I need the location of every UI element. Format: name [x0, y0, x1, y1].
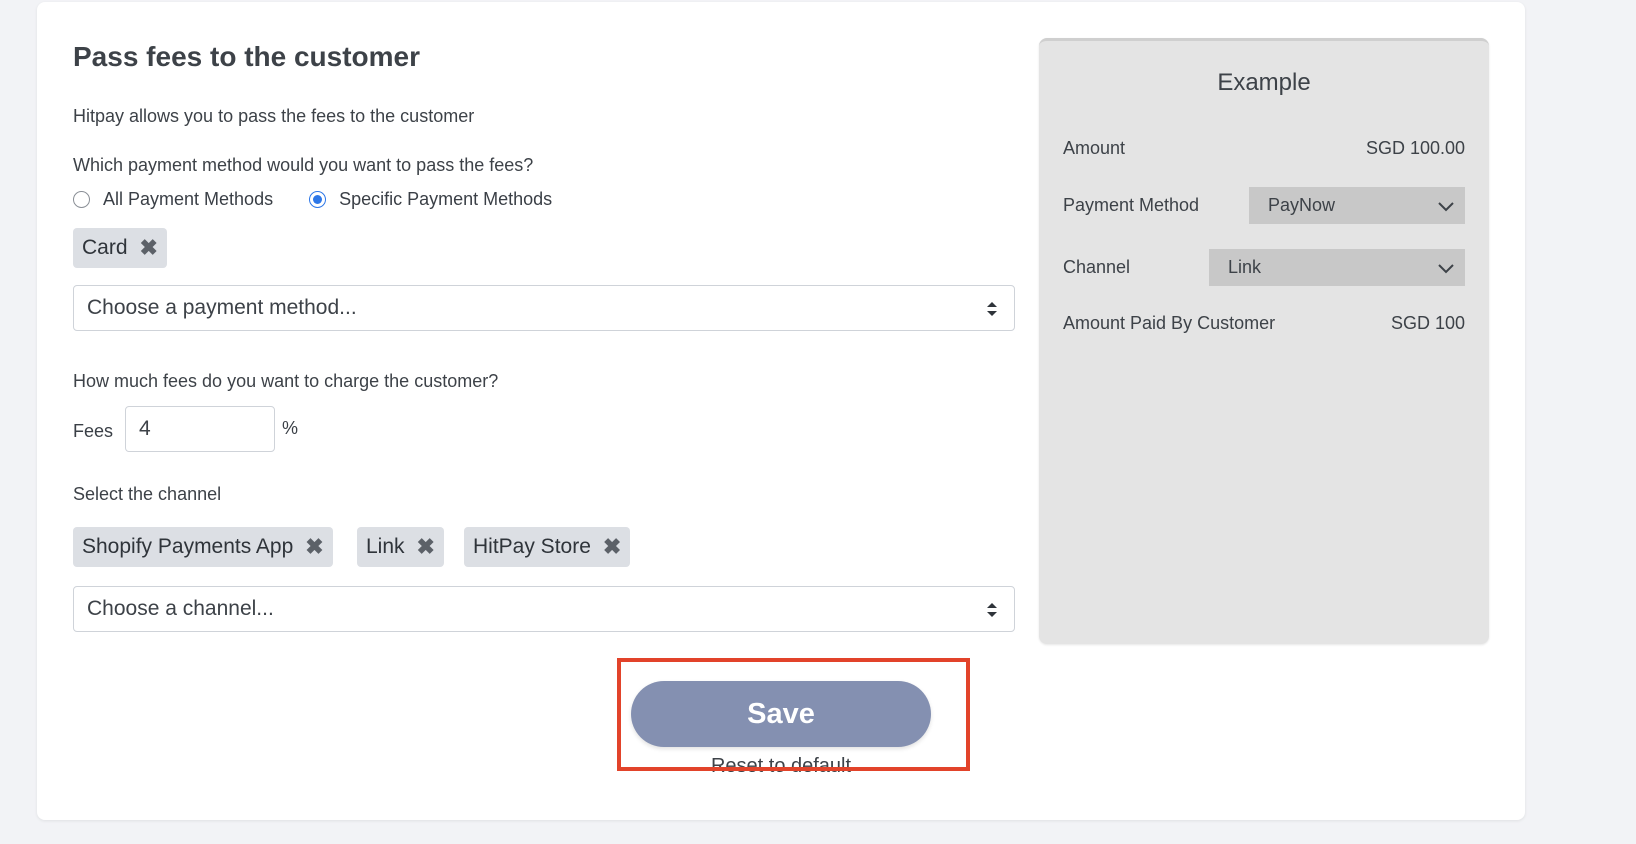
radio-specific-payment-methods[interactable] — [309, 191, 327, 208]
channel-tag-hitpay-store: HitPay Store ✖ — [464, 527, 631, 567]
channel-select[interactable]: Choose a channel... — [73, 586, 1015, 632]
select-placeholder: Choose a payment method... — [87, 296, 357, 319]
close-x-icon[interactable]: ✖ — [603, 536, 621, 558]
select-placeholder: Choose a channel... — [87, 597, 274, 620]
chevron-down-icon — [1438, 202, 1454, 212]
sort-arrows-icon — [987, 302, 997, 316]
radio-label-specific[interactable]: Specific Payment Methods — [339, 189, 552, 210]
payment-tag-card: Card ✖ — [73, 228, 167, 268]
highlight-box — [617, 658, 970, 771]
close-x-icon[interactable]: ✖ — [305, 536, 323, 558]
payment-method-select[interactable]: Choose a payment method... — [73, 285, 1015, 331]
fees-label: Fees — [73, 421, 114, 441]
page-title: Pass fees to the customer — [73, 41, 421, 72]
chevron-down-icon — [1438, 264, 1454, 274]
payment-scope-radio-group: All Payment Methods Specific Payment Met… — [73, 189, 588, 210]
tag-label: HitPay Store — [473, 535, 591, 558]
close-x-icon[interactable]: ✖ — [417, 536, 435, 558]
page-subtitle: Hitpay allows you to pass the fees to th… — [73, 106, 475, 126]
percent-symbol: % — [282, 418, 299, 438]
payment-method-question: Which payment method would you want to p… — [73, 155, 534, 175]
tag-label: Card — [82, 236, 128, 259]
example-panel: Example Amount SGD 100.00 Payment Method… — [1039, 38, 1489, 644]
tag-label: Shopify Payments App — [82, 535, 294, 558]
channel-tag-shopify: Shopify Payments App ✖ — [73, 527, 333, 567]
radio-all-payment-methods[interactable] — [73, 191, 90, 208]
close-x-icon[interactable]: ✖ — [140, 237, 158, 259]
channel-question: Select the channel — [73, 484, 222, 504]
example-payment-method-value: PayNow — [1268, 195, 1336, 215]
channel-tag-link: Link ✖ — [357, 527, 444, 567]
example-payment-method-select[interactable]: PayNow — [1249, 187, 1465, 224]
example-title: Example — [1217, 69, 1311, 96]
example-channel-label: Channel — [1063, 257, 1131, 277]
radio-label-all[interactable]: All Payment Methods — [103, 189, 273, 210]
example-payment-method-label: Payment Method — [1063, 195, 1200, 215]
tag-label: Link — [366, 535, 405, 558]
example-channel-value: Link — [1228, 257, 1262, 277]
example-amount-value: SGD 100.00 — [1365, 138, 1465, 158]
example-channel-select[interactable]: Link — [1209, 249, 1465, 286]
fees-input[interactable] — [125, 406, 275, 452]
sort-arrows-icon — [987, 603, 997, 617]
example-amount-label: Amount — [1063, 138, 1126, 158]
fees-question: How much fees do you want to charge the … — [73, 371, 499, 391]
example-paid-label: Amount Paid By Customer — [1063, 313, 1276, 333]
example-paid-value: SGD 100 — [1390, 313, 1465, 333]
